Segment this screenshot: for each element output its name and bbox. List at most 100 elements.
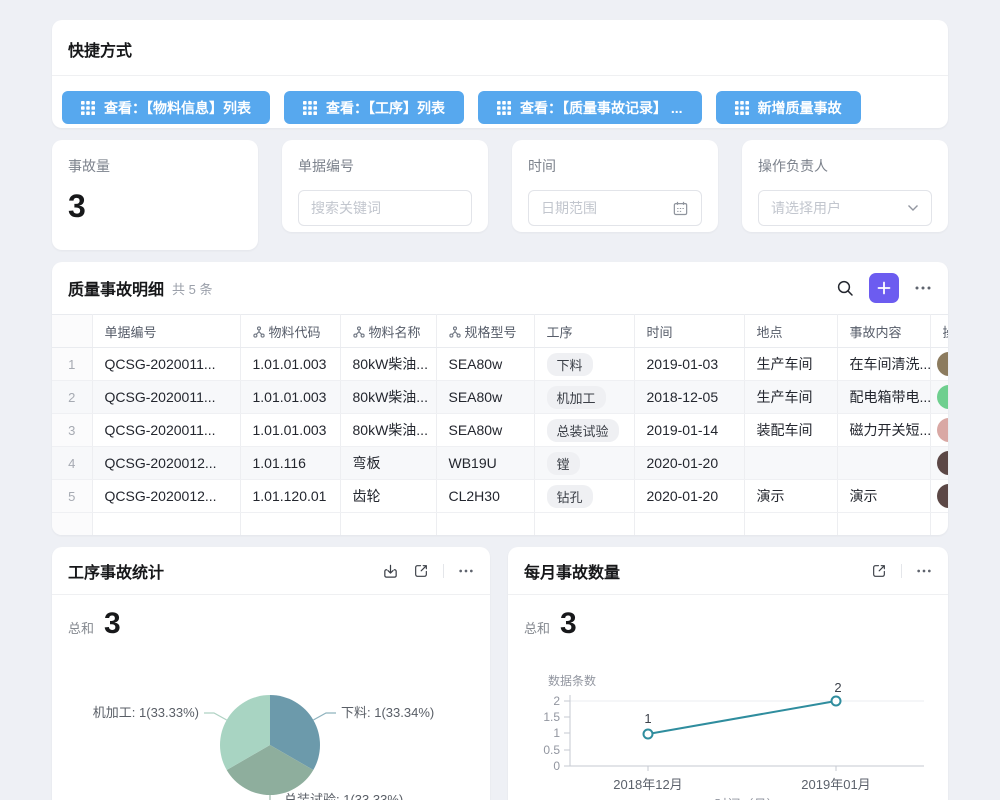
divider xyxy=(508,594,948,595)
user-avatar xyxy=(937,418,949,442)
line-total: 总和 3 xyxy=(524,609,932,639)
view-process-list-button[interactable]: 查看：【工序】列表 xyxy=(284,91,464,124)
date-range-picker[interactable]: 日期范围 xyxy=(528,190,702,226)
more-icon[interactable] xyxy=(914,285,932,291)
table-header-row: 单据编号物料代码物料名称规格型号工序时间地点事故内容操作负责人 xyxy=(52,315,948,348)
cell-content: 配电箱带电... xyxy=(837,381,930,414)
pie-callout-line xyxy=(204,713,227,720)
cell-doc: QCSG-2020012... xyxy=(92,480,240,513)
column-header-name[interactable]: 物料名称 xyxy=(340,315,436,348)
total-value: 3 xyxy=(560,609,577,639)
cell-doc: QCSG-2020011... xyxy=(92,381,240,414)
cell-code: 1.01.01.003 xyxy=(240,381,340,414)
operator-select[interactable]: 请选择用户 xyxy=(758,190,932,226)
process-tag: 下料 xyxy=(547,353,593,376)
grid-icon xyxy=(497,101,511,115)
y-tick-label: 1 xyxy=(553,726,560,740)
chart-actions xyxy=(871,563,932,579)
plus-icon xyxy=(877,281,891,295)
point-label: 2 xyxy=(834,680,841,695)
operator-filter-card: 操作负责人 请选择用户 xyxy=(742,140,948,232)
column-header-spec[interactable]: 规格型号 xyxy=(436,315,534,348)
chart-card-header: 每月事故数量 xyxy=(508,547,948,594)
cell-place: 演示 xyxy=(744,480,837,513)
filter-label: 操作负责人 xyxy=(758,156,932,176)
column-header-content[interactable]: 事故内容 xyxy=(837,315,930,348)
accident-count-value: 3 xyxy=(68,190,242,222)
cell-doc: QCSG-2020011... xyxy=(92,348,240,381)
more-icon[interactable] xyxy=(458,568,474,574)
column-header-operator[interactable]: 操作负责人 xyxy=(930,315,948,348)
table-row[interactable]: 4QCSG-2020012...1.01.116弯板WB19U镗2020-01-… xyxy=(52,447,948,480)
column-header-process[interactable]: 工序 xyxy=(534,315,634,348)
calendar-icon xyxy=(672,200,689,217)
stat-label: 事故量 xyxy=(68,156,242,176)
cell-place xyxy=(744,447,837,480)
cell-date: 2019-01-03 xyxy=(634,348,744,381)
table-row[interactable]: 5QCSG-2020012...1.01.120.01齿轮CL2H30钻孔202… xyxy=(52,480,948,513)
row-index: 5 xyxy=(52,480,92,513)
chart-title: 每月事故数量 xyxy=(524,559,620,583)
y-tick-label: 1.5 xyxy=(543,710,560,724)
divider xyxy=(443,564,444,578)
search-icon[interactable] xyxy=(836,279,854,297)
cell-operator xyxy=(930,447,948,480)
row-index: 4 xyxy=(52,447,92,480)
table-row[interactable]: 1QCSG-2020011...1.01.01.00380kW柴油...SEA8… xyxy=(52,348,948,381)
process-tag: 钻孔 xyxy=(547,485,593,508)
table-row[interactable]: 3QCSG-2020011...1.01.01.00380kW柴油...SEA8… xyxy=(52,414,948,447)
cell-spec: SEA80w xyxy=(436,381,534,414)
total-label: 总和 xyxy=(524,618,550,637)
monthly-accident-count-card: 每月事故数量 总和 3 数据条数 xyxy=(508,547,948,800)
date-range-placeholder: 日期范围 xyxy=(541,198,597,218)
table-empty-row xyxy=(52,513,948,536)
time-filter-card: 时间 日期范围 xyxy=(512,140,718,232)
column-header-code[interactable]: 物料代码 xyxy=(240,315,340,348)
view-material-list-button[interactable]: 查看：【物料信息】列表 xyxy=(62,91,270,124)
chevron-down-icon xyxy=(907,204,919,212)
pie-label-bottom: 总装试验: 1(33.33%) xyxy=(284,792,403,800)
process-accident-pie-chart[interactable]: 下料: 1(33.34%) 机加工: 1(33.33%) 总装试验: 1(33.… xyxy=(68,643,474,800)
data-point[interactable] xyxy=(832,697,841,706)
operator-placeholder: 请选择用户 xyxy=(771,198,841,218)
table-row[interactable]: 2QCSG-2020011...1.01.01.00380kW柴油...SEA8… xyxy=(52,381,948,414)
download-icon[interactable] xyxy=(382,563,399,580)
cell-code: 1.01.116 xyxy=(240,447,340,480)
table-row-count: 共 5 条 xyxy=(172,279,212,298)
pie-label-right: 下料: 1(33.34%) xyxy=(341,705,434,720)
dashboard-page: 快捷方式 查看：【物料信息】列表 查看：【工序】列表 查看：【质量事故记录】 .… xyxy=(0,0,1000,800)
pie-callout-line xyxy=(313,713,336,720)
process-tag: 总装试验 xyxy=(547,419,619,442)
more-icon[interactable] xyxy=(916,568,932,574)
cell-code: 1.01.01.003 xyxy=(240,348,340,381)
add-quality-accident-button[interactable]: 新增质量事故 xyxy=(716,91,861,124)
cell-process: 镗 xyxy=(534,447,634,480)
button-label: 查看：【质量事故记录】 ... xyxy=(520,98,683,118)
data-point[interactable] xyxy=(644,730,653,739)
button-label: 查看：【工序】列表 xyxy=(326,98,445,118)
doc-number-search-input[interactable] xyxy=(298,190,472,226)
add-record-button[interactable] xyxy=(869,273,899,303)
y-tick-label: 2 xyxy=(553,694,560,708)
quality-accident-table-card: 质量事故明细 共 5 条 单据编号物料代码物料名称规格型号工序时间地点事故内容操… xyxy=(52,262,948,535)
cell-name: 80kW柴油... xyxy=(340,414,436,447)
open-external-icon[interactable] xyxy=(413,563,429,579)
monthly-accident-line-chart[interactable]: 数据条数 2 1.5 1 0.5 0 1 2 xyxy=(524,643,932,800)
chart-actions xyxy=(382,563,474,580)
open-external-icon[interactable] xyxy=(871,563,887,579)
doc-number-filter-card: 单据编号 xyxy=(282,140,488,232)
column-header-doc[interactable]: 单据编号 xyxy=(92,315,240,348)
cell-place: 生产车间 xyxy=(744,381,837,414)
process-tag: 镗 xyxy=(547,452,580,475)
view-quality-accident-records-button[interactable]: 查看：【质量事故记录】 ... xyxy=(478,91,702,124)
column-header-place[interactable]: 地点 xyxy=(744,315,837,348)
cell-process: 机加工 xyxy=(534,381,634,414)
total-label: 总和 xyxy=(68,618,94,637)
quick-actions-card: 快捷方式 查看：【物料信息】列表 查看：【工序】列表 查看：【质量事故记录】 .… xyxy=(52,20,948,128)
column-header-date[interactable]: 时间 xyxy=(634,315,744,348)
cell-name: 80kW柴油... xyxy=(340,381,436,414)
y-tick-label: 0 xyxy=(553,759,560,773)
divider xyxy=(901,564,902,578)
user-avatar xyxy=(937,385,949,409)
y-axis-title: 数据条数 xyxy=(548,673,596,688)
